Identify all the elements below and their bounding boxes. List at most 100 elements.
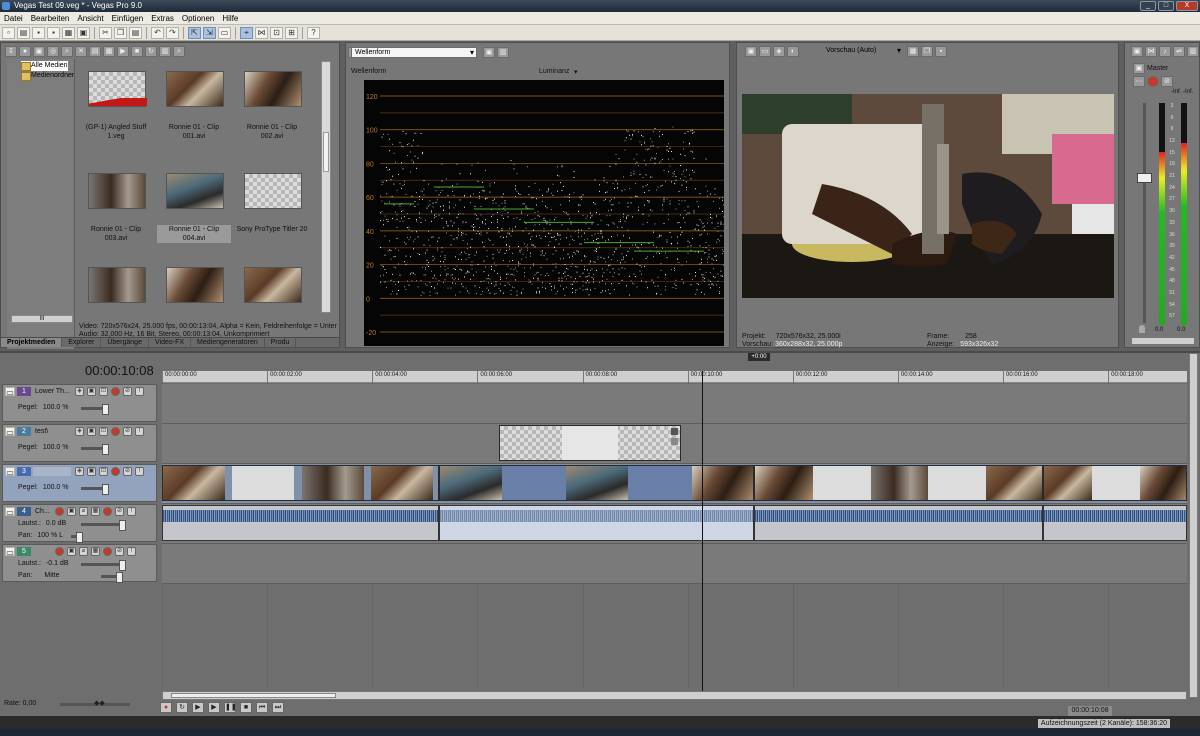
audio-clip[interactable] bbox=[754, 505, 1043, 541]
paste-icon[interactable]: ▤ bbox=[129, 26, 142, 39]
tab-video-fx[interactable]: Video-FX bbox=[149, 338, 192, 347]
redo-icon[interactable]: ↷ bbox=[166, 26, 179, 39]
tree-node-all-media[interactable]: Alle Medien bbox=[21, 61, 68, 71]
video-clip[interactable] bbox=[1043, 465, 1187, 501]
burn-icon[interactable]: ◎ bbox=[47, 46, 59, 57]
track-minimize-icon[interactable]: ▭ bbox=[5, 547, 15, 557]
fader-lock-icon[interactable] bbox=[1139, 325, 1145, 333]
menu-datei[interactable]: Datei bbox=[0, 12, 27, 24]
open-icon[interactable]: ▤ bbox=[17, 26, 30, 39]
media-search-icon[interactable]: ⌕ bbox=[173, 46, 185, 57]
solo-icon[interactable]: ! bbox=[135, 467, 144, 476]
preview-properties-icon[interactable]: ▣ bbox=[745, 46, 757, 57]
track-header-2[interactable]: ▭ 2 test\ ◈ ▣ ⊡ ⊘! Pegel: 100.0 % bbox=[2, 424, 157, 462]
track-minimize-icon[interactable]: ▭ bbox=[5, 467, 15, 477]
event-fx-icon[interactable] bbox=[671, 428, 678, 435]
ignore-grouping-icon[interactable]: ⊞ bbox=[285, 26, 298, 39]
media-fx-icon[interactable]: ▦ bbox=[103, 46, 115, 57]
volume-slider[interactable] bbox=[81, 560, 126, 571]
media-item[interactable]: Ronnie 01 - Clip 003.avi bbox=[79, 165, 153, 263]
preview-play-icon[interactable]: ▶ bbox=[117, 46, 129, 57]
new-project-icon[interactable]: ▫ bbox=[2, 26, 15, 39]
maximize-button[interactable]: □ bbox=[1158, 1, 1174, 11]
track-lane-5[interactable] bbox=[162, 544, 1187, 584]
master-record-icon[interactable] bbox=[1147, 76, 1159, 87]
track-fx-chain-icon[interactable]: ▦ bbox=[91, 547, 100, 556]
master-fader-knob[interactable] bbox=[1137, 173, 1152, 183]
media-item[interactable]: Ronnie 01 - Clip 004.avi bbox=[157, 165, 231, 263]
overlays-icon[interactable]: ▦ bbox=[907, 46, 919, 57]
track-minimize-icon[interactable]: ▭ bbox=[5, 507, 15, 517]
media-vertical-scrollbar[interactable] bbox=[321, 61, 331, 313]
level-slider[interactable] bbox=[81, 444, 109, 455]
record-arm-icon[interactable] bbox=[111, 467, 120, 476]
composite-mode-icon[interactable]: ⊡ bbox=[99, 427, 108, 436]
track-fx-icon[interactable]: ▣ bbox=[67, 507, 76, 516]
split-screen-icon[interactable]: ◐ bbox=[787, 46, 799, 57]
track-fx-icon[interactable]: ▣ bbox=[67, 547, 76, 556]
scrollbar-thumb[interactable] bbox=[323, 132, 329, 172]
play-button[interactable]: ▶ bbox=[208, 702, 220, 713]
cut-icon[interactable]: ✂ bbox=[99, 26, 112, 39]
cursor-position-marker[interactable]: +0:00 bbox=[748, 353, 770, 361]
normal-edit-tool-icon[interactable]: ⇱ bbox=[188, 26, 201, 39]
whats-this-help-icon[interactable]: ? bbox=[307, 26, 320, 39]
pan-value[interactable]: Mitte bbox=[44, 572, 59, 579]
record-button[interactable]: ● bbox=[160, 702, 172, 713]
downmix-icon[interactable]: ⋈ bbox=[1145, 46, 1157, 57]
menu-bearbeiten[interactable]: Bearbeiten bbox=[27, 12, 74, 24]
mixer-icon[interactable]: ⇌ bbox=[1173, 46, 1185, 57]
mute-icon[interactable]: ⊘ bbox=[123, 427, 132, 436]
master-fx-icon[interactable]: ▣ bbox=[1133, 63, 1145, 74]
minimize-button[interactable]: _ bbox=[1140, 1, 1156, 11]
loop-playback-button[interactable]: ↻ bbox=[176, 702, 188, 713]
tab-projektmedien[interactable]: Projektmedien bbox=[1, 338, 63, 347]
tree-node-media-folder[interactable]: Medienordner bbox=[21, 71, 74, 81]
mute-icon[interactable]: ⊘ bbox=[123, 467, 132, 476]
track-motion-icon[interactable]: ◈ bbox=[75, 467, 84, 476]
record-icon[interactable] bbox=[103, 507, 112, 516]
scope-channel[interactable]: Luminanz bbox=[539, 68, 569, 75]
go-to-start-button[interactable]: ⏮ bbox=[256, 702, 268, 713]
menu-hilfe[interactable]: Hilfe bbox=[218, 12, 242, 24]
selection-end-timecode[interactable]: 00:00:10:08 bbox=[1068, 706, 1112, 716]
remove-media-icon[interactable]: ✕ bbox=[75, 46, 87, 57]
rate-slider[interactable]: ◆◆ bbox=[60, 700, 130, 707]
mute-icon[interactable]: ⊘ bbox=[115, 547, 124, 556]
scrollbar-thumb[interactable] bbox=[171, 693, 336, 698]
track-name[interactable]: Lower Th... bbox=[33, 387, 71, 396]
video-clip[interactable] bbox=[754, 465, 1043, 501]
track-name[interactable] bbox=[33, 467, 71, 476]
get-media-icon[interactable]: ▣ bbox=[33, 46, 45, 57]
solo-icon[interactable]: ! bbox=[135, 427, 144, 436]
track-fx-icon[interactable]: ▣ bbox=[87, 427, 96, 436]
meter-options-icon[interactable]: ▥ bbox=[1187, 46, 1199, 57]
render-icon[interactable]: ▦ bbox=[62, 26, 75, 39]
record-arm-icon[interactable] bbox=[111, 427, 120, 436]
update-scopes-icon[interactable]: ▥ bbox=[497, 47, 509, 58]
track-motion-icon[interactable]: ◈ bbox=[75, 427, 84, 436]
close-button[interactable]: X bbox=[1176, 1, 1198, 11]
composite-mode-icon[interactable]: ⊡ bbox=[99, 467, 108, 476]
track-name[interactable]: Ch... bbox=[33, 507, 53, 516]
invert-phase-icon[interactable]: ⌀ bbox=[79, 507, 88, 516]
media-properties-icon[interactable]: ▤ bbox=[89, 46, 101, 57]
record-icon[interactable] bbox=[103, 547, 112, 556]
play-from-start-button[interactable]: ▶ bbox=[192, 702, 204, 713]
audio-clip-selected[interactable] bbox=[439, 505, 754, 541]
copy-snapshot-icon[interactable]: ❐ bbox=[921, 46, 933, 57]
level-slider[interactable] bbox=[81, 404, 109, 415]
event-pan-crop-icon[interactable] bbox=[671, 438, 678, 445]
master-horizontal-scrollbar[interactable] bbox=[1131, 337, 1195, 345]
preview-quality-select[interactable]: Vorschau (Auto) bbox=[823, 46, 903, 57]
level-slider[interactable] bbox=[81, 484, 109, 495]
media-item[interactable]: Sony ProType Titler 20 bbox=[235, 165, 309, 263]
pause-button[interactable]: ❚❚ bbox=[224, 702, 237, 713]
track-header-4[interactable]: ▭ 4 Ch... ▣ ⌀ ▦ ⊘! Lautst.: 0.0 dB Pan: 100… bbox=[2, 504, 157, 543]
scope-mode-select[interactable]: Wellenform bbox=[351, 47, 477, 58]
preview-stop-icon[interactable]: ■ bbox=[131, 46, 143, 57]
properties-icon[interactable]: ▣ bbox=[77, 26, 90, 39]
mute-icon[interactable]: ⊘ bbox=[115, 507, 124, 516]
tab-produ[interactable]: Produ bbox=[265, 338, 297, 347]
lock-envelopes-icon[interactable]: ⊡ bbox=[270, 26, 283, 39]
